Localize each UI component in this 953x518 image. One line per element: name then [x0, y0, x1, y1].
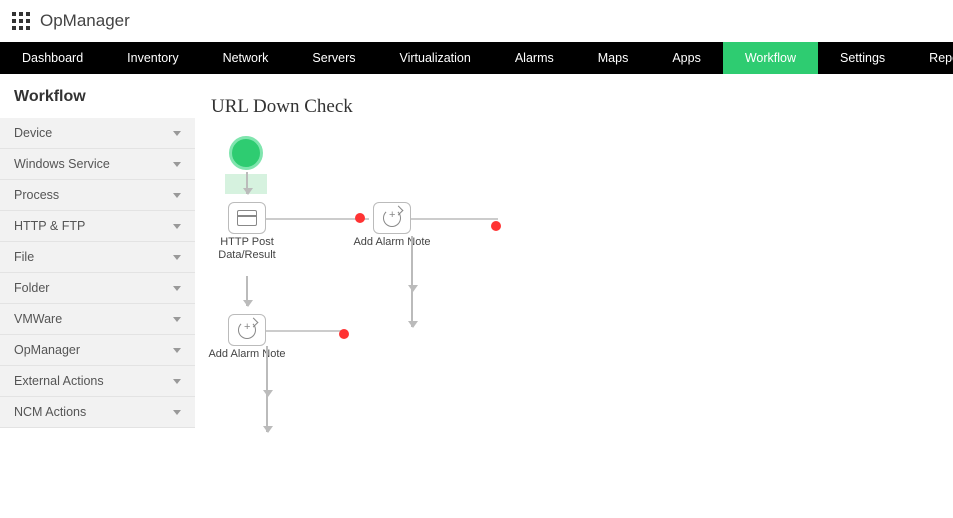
connector-line — [411, 236, 413, 291]
connector-line — [266, 218, 369, 220]
sidebar-item-label: Device — [14, 126, 52, 140]
sidebar-title: Workflow — [0, 74, 195, 118]
workflow-node-add-alarm-note-1[interactable] — [373, 202, 411, 234]
chevron-down-icon — [173, 255, 181, 260]
chevron-down-icon — [173, 410, 181, 415]
connector-arrow-down — [411, 291, 413, 327]
sidebar-item-process[interactable]: Process — [0, 180, 195, 211]
workflow-node-http-post[interactable] — [228, 202, 266, 234]
sidebar-item-windows-service[interactable]: Windows Service — [0, 149, 195, 180]
chevron-down-icon — [173, 379, 181, 384]
chevron-down-icon — [173, 348, 181, 353]
connector-arrow-down — [246, 276, 248, 306]
workflow-node-add-alarm-note-2[interactable] — [228, 314, 266, 346]
page-title: URL Down Check — [211, 96, 937, 118]
browser-icon — [237, 210, 257, 226]
chevron-down-icon — [173, 286, 181, 291]
alarm-clock-plus-icon — [238, 321, 256, 339]
connector-anchor-dot[interactable] — [355, 213, 365, 223]
workflow-node-label: Add Alarm Note — [207, 348, 287, 361]
sidebar-item-label: OpManager — [14, 343, 80, 357]
workflow-node-label: HTTP Post Data/Result — [207, 236, 287, 262]
connector-arrow-down — [246, 172, 248, 194]
connector-anchor-dot[interactable] — [491, 221, 501, 231]
chevron-down-icon — [173, 224, 181, 229]
workflow-node-label: Add Alarm Note — [352, 236, 432, 249]
nav-workflow[interactable]: Workflow — [723, 42, 818, 74]
nav-alarms[interactable]: Alarms — [493, 42, 576, 74]
sidebar-item-label: External Actions — [14, 374, 104, 388]
sidebar-item-label: NCM Actions — [14, 405, 86, 419]
nav-dashboard[interactable]: Dashboard — [0, 42, 105, 74]
nav-reports[interactable]: Reports — [907, 42, 953, 74]
sidebar-item-http-ftp[interactable]: HTTP & FTP — [0, 211, 195, 242]
connector-line — [266, 330, 346, 332]
nav-virtualization[interactable]: Virtualization — [378, 42, 493, 74]
sidebar-item-label: Process — [14, 188, 59, 202]
nav-network[interactable]: Network — [201, 42, 291, 74]
sidebar-item-device[interactable]: Device — [0, 118, 195, 149]
chevron-down-icon — [173, 317, 181, 322]
chevron-down-icon — [173, 162, 181, 167]
sidebar-item-label: HTTP & FTP — [14, 219, 85, 233]
nav-inventory[interactable]: Inventory — [105, 42, 200, 74]
sidebar-item-vmware[interactable]: VMWare — [0, 304, 195, 335]
sidebar-item-external-actions[interactable]: External Actions — [0, 366, 195, 397]
sidebar-item-opmanager[interactable]: OpManager — [0, 335, 195, 366]
brand-title: OpManager — [40, 11, 130, 31]
workflow-canvas[interactable]: HTTP Post Data/Result Add Alarm Note Add… — [211, 136, 937, 496]
nav-maps[interactable]: Maps — [576, 42, 651, 74]
chevron-down-icon — [173, 193, 181, 198]
sidebar-item-file[interactable]: File — [0, 242, 195, 273]
connector-arrow-down — [266, 396, 268, 432]
nav-servers[interactable]: Servers — [290, 42, 377, 74]
apps-grid-icon[interactable] — [12, 12, 30, 30]
sidebar-item-label: Windows Service — [14, 157, 110, 171]
chevron-down-icon — [173, 131, 181, 136]
sidebar-item-ncm-actions[interactable]: NCM Actions — [0, 397, 195, 428]
connector-anchor-dot[interactable] — [339, 329, 349, 339]
connector-line — [266, 346, 268, 396]
workflow-start-node[interactable] — [229, 136, 263, 170]
nav-settings[interactable]: Settings — [818, 42, 907, 74]
alarm-clock-plus-icon — [383, 209, 401, 227]
sidebar-item-label: VMWare — [14, 312, 62, 326]
sidebar-item-label: File — [14, 250, 34, 264]
sidebar-item-folder[interactable]: Folder — [0, 273, 195, 304]
nav-apps[interactable]: Apps — [650, 42, 723, 74]
connector-line — [411, 218, 498, 220]
sidebar-item-label: Folder — [14, 281, 49, 295]
